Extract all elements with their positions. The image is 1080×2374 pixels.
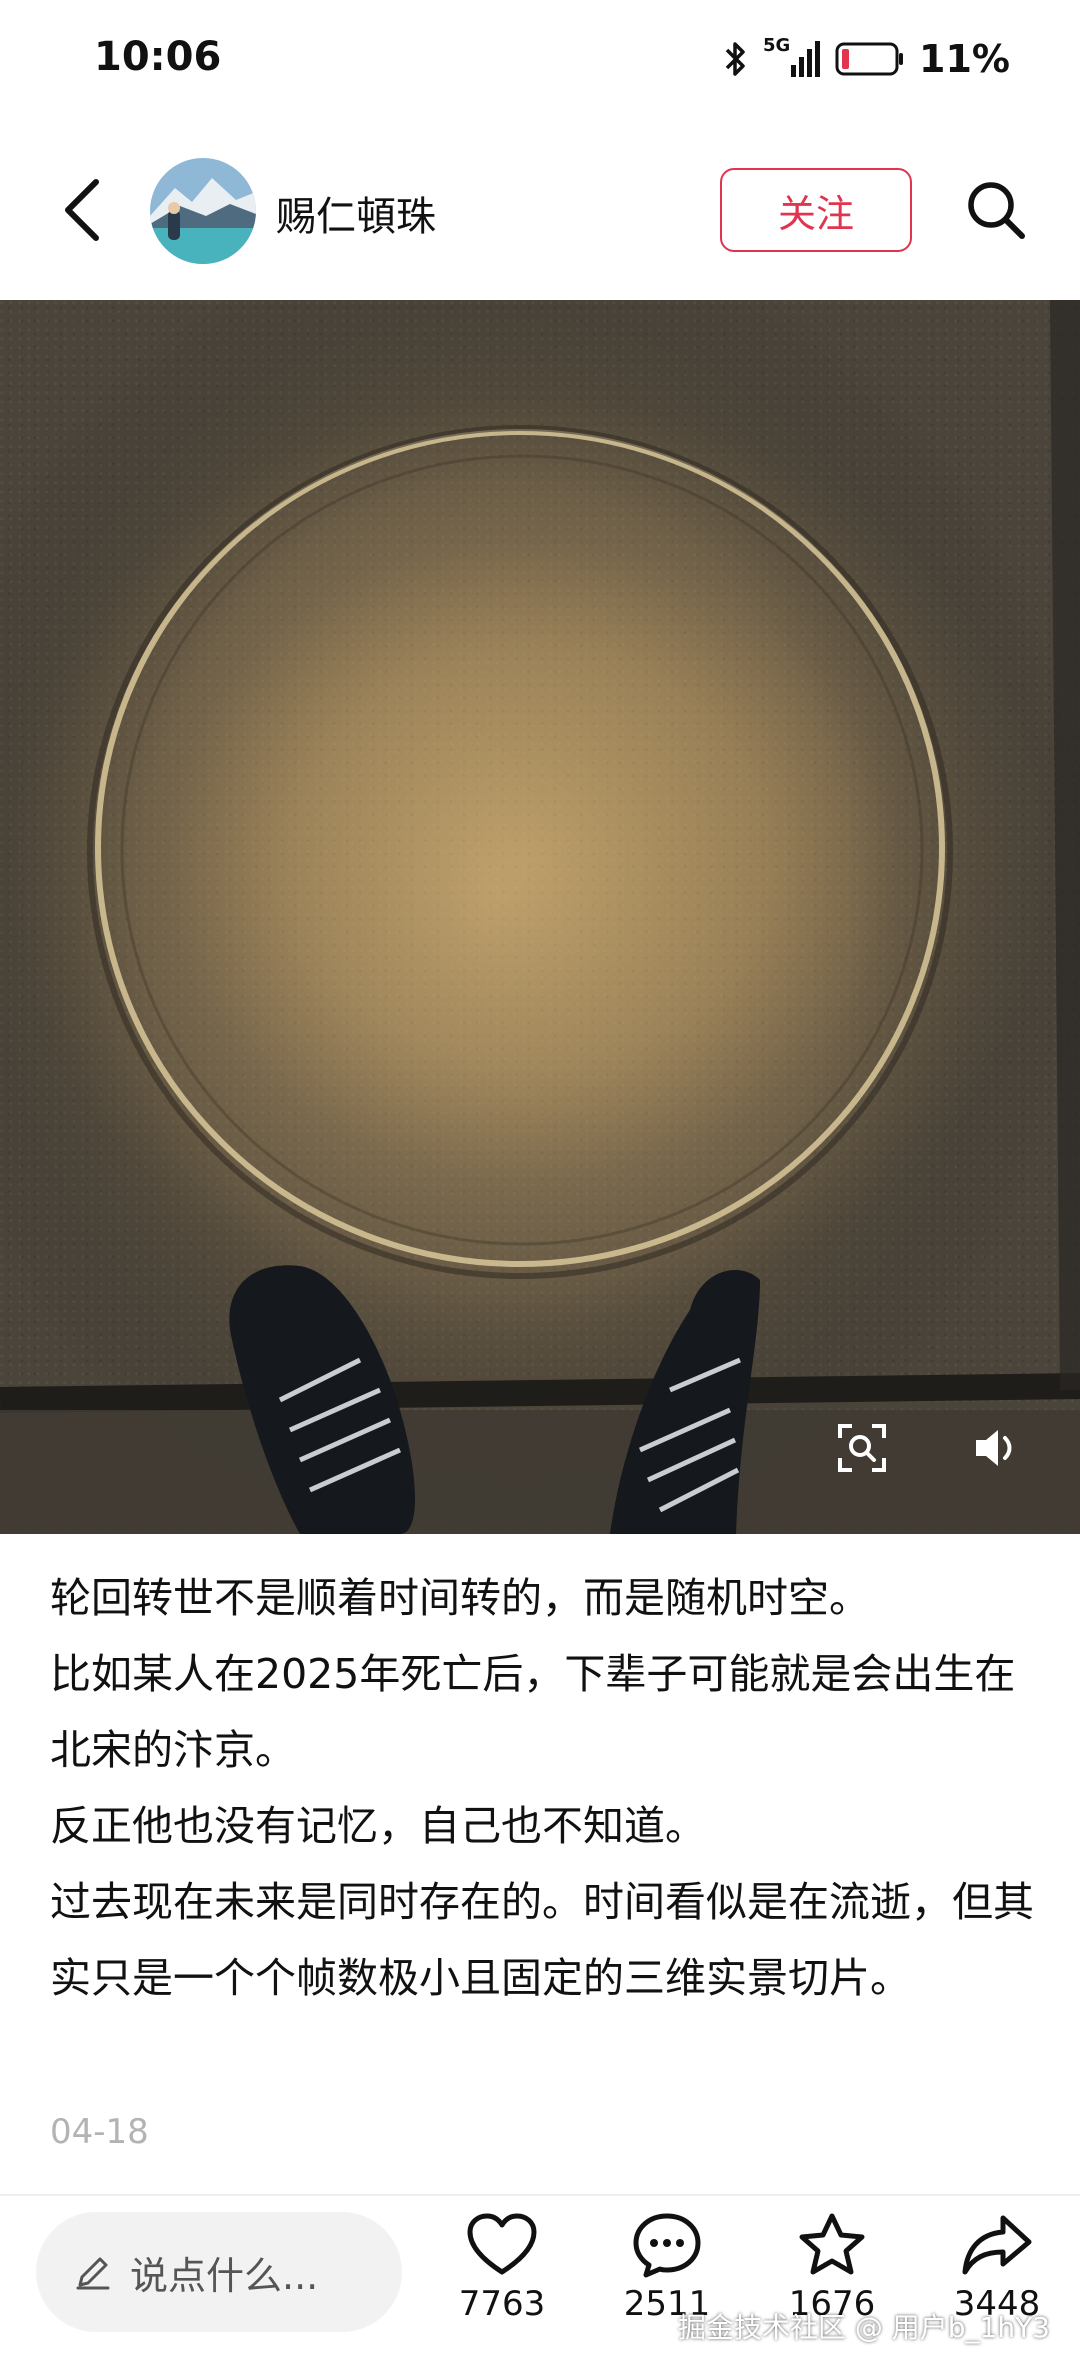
watermark: 掘金技术社区 @ 用户b_1hY3 <box>677 2311 1050 2344</box>
battery-icon <box>835 42 904 76</box>
scan-icon <box>838 1424 886 1472</box>
image-search-button[interactable] <box>832 1418 892 1478</box>
post-body-text: 轮回转世不是顺着时间转的，而是随机时空。 比如某人在2025年死亡后，下辈子可能… <box>50 1574 1034 2002</box>
username[interactable]: 赐仁頓珠 <box>276 184 436 242</box>
avatar[interactable] <box>150 158 256 264</box>
search-icon <box>968 182 1025 239</box>
header-bar: 赐仁頓珠 关注 <box>0 140 1080 280</box>
follow-button[interactable]: 关注 <box>720 168 912 252</box>
volume-button[interactable] <box>966 1418 1026 1478</box>
status-time: 10:06 <box>94 34 222 80</box>
star-icon <box>799 2213 865 2275</box>
back-button[interactable] <box>52 170 112 250</box>
chevron-left-icon <box>65 179 99 241</box>
post-date: 04-18 <box>50 2112 149 2152</box>
bluetooth-icon <box>725 42 745 76</box>
share-arrow-icon <box>962 2215 1032 2275</box>
photo-content <box>0 300 1080 1534</box>
comment-placeholder: 说点什么... <box>130 2253 319 2298</box>
like-count: 7763 <box>458 2284 546 2324</box>
pencil-icon <box>76 2257 110 2290</box>
post-image[interactable] <box>0 300 1080 1534</box>
search-button[interactable] <box>960 170 1032 250</box>
speaker-icon <box>976 1430 1012 1466</box>
comment-bubble-icon <box>633 2213 701 2278</box>
comment-input[interactable]: 说点什么... <box>36 2212 402 2332</box>
status-bar: 10:06 5G 11% <box>0 0 1080 120</box>
battery-percent: 11% <box>919 37 1010 81</box>
divider <box>0 2194 1080 2196</box>
signal-5g-icon: 5G <box>763 35 821 79</box>
status-icons: 5G 11% <box>723 34 1010 84</box>
like-button[interactable]: 7763 <box>447 2212 557 2362</box>
heart-icon <box>467 2213 537 2275</box>
